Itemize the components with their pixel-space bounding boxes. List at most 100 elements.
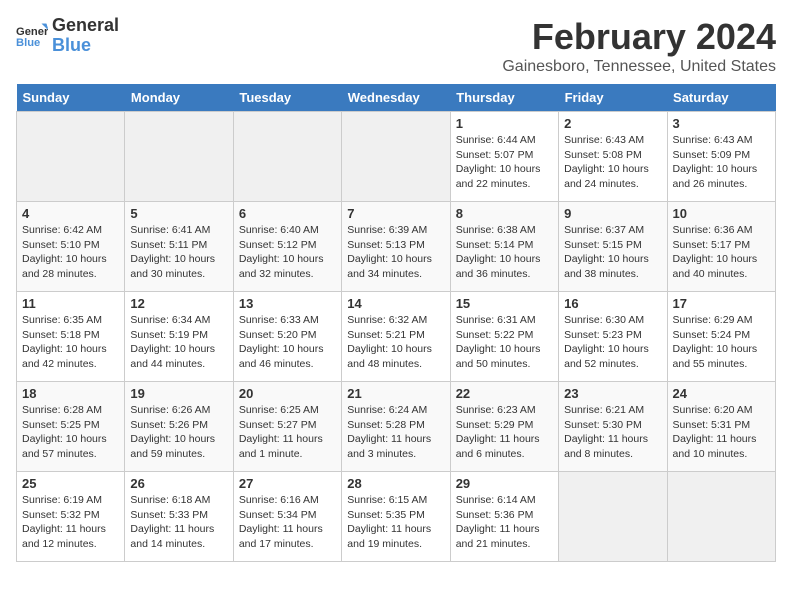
day-info: Sunrise: 6:35 AM Sunset: 5:18 PM Dayligh… (22, 313, 119, 372)
day-number: 1 (456, 116, 553, 131)
day-number: 9 (564, 206, 661, 221)
day-info: Sunrise: 6:26 AM Sunset: 5:26 PM Dayligh… (130, 403, 227, 462)
calendar-cell: 15 Sunrise: 6:31 AM Sunset: 5:22 PM Dayli… (450, 292, 558, 382)
calendar-header: Sunday Monday Tuesday Wednesday Thursday… (17, 84, 776, 112)
day-number: 16 (564, 296, 661, 311)
svg-text:Blue: Blue (16, 37, 40, 49)
day-number: 14 (347, 296, 444, 311)
day-number: 12 (130, 296, 227, 311)
calendar-cell: 12 Sunrise: 6:34 AM Sunset: 5:19 PM Dayli… (125, 292, 233, 382)
day-info: Sunrise: 6:18 AM Sunset: 5:33 PM Dayligh… (130, 493, 227, 552)
day-number: 13 (239, 296, 336, 311)
day-number: 18 (22, 386, 119, 401)
day-info: Sunrise: 6:23 AM Sunset: 5:29 PM Dayligh… (456, 403, 553, 462)
day-number: 10 (673, 206, 770, 221)
calendar-cell: 28Sunrise: 6:15 AM Sunset: 5:35 PM Dayli… (342, 472, 450, 562)
day-info: Sunrise: 6:40 AM Sunset: 5:12 PM Dayligh… (239, 223, 336, 282)
calendar-cell: 1 Sunrise: 6:44 AM Sunset: 5:07 PM Daylig… (450, 112, 558, 202)
logo-blue: Blue (52, 36, 119, 56)
calendar-cell: 26 Sunrise: 6:18 AM Sunset: 5:33 PM Dayli… (125, 472, 233, 562)
day-info: Sunrise: 6:16 AM Sunset: 5:34 PM Dayligh… (239, 493, 336, 552)
col-wednesday: Wednesday (342, 84, 450, 112)
calendar-table: Sunday Monday Tuesday Wednesday Thursday… (16, 84, 776, 562)
day-number: 3 (673, 116, 770, 131)
day-info: Sunrise: 6:21 AM Sunset: 5:30 PM Dayligh… (564, 403, 661, 462)
day-info: Sunrise: 6:25 AM Sunset: 5:27 PM Dayligh… (239, 403, 336, 462)
calendar-week-3: 11 Sunrise: 6:35 AM Sunset: 5:18 PM Dayli… (17, 292, 776, 382)
calendar-cell: 22 Sunrise: 6:23 AM Sunset: 5:29 PM Dayli… (450, 382, 558, 472)
day-info: Sunrise: 6:36 AM Sunset: 5:17 PM Dayligh… (673, 223, 770, 282)
day-number: 15 (456, 296, 553, 311)
day-number: 27 (239, 476, 336, 491)
calendar-cell: 10 Sunrise: 6:36 AM Sunset: 5:17 PM Dayli… (667, 202, 775, 292)
calendar-cell: 11 Sunrise: 6:35 AM Sunset: 5:18 PM Dayli… (17, 292, 125, 382)
calendar-cell: 29 Sunrise: 6:14 AM Sunset: 5:36 PM Dayli… (450, 472, 558, 562)
calendar-cell: 23 Sunrise: 6:21 AM Sunset: 5:30 PM Dayli… (559, 382, 667, 472)
col-saturday: Saturday (667, 84, 775, 112)
calendar-week-1: 1 Sunrise: 6:44 AM Sunset: 5:07 PM Daylig… (17, 112, 776, 202)
day-number: 22 (456, 386, 553, 401)
logo: General Blue General Blue (16, 16, 119, 56)
day-info: Sunrise: 6:37 AM Sunset: 5:15 PM Dayligh… (564, 223, 661, 282)
day-number: 23 (564, 386, 661, 401)
day-info: Sunrise: 6:20 AM Sunset: 5:31 PM Dayligh… (673, 403, 770, 462)
calendar-cell (667, 472, 775, 562)
day-info: Sunrise: 6:38 AM Sunset: 5:14 PM Dayligh… (456, 223, 553, 282)
calendar-cell: 7Sunrise: 6:39 AM Sunset: 5:13 PM Daylig… (342, 202, 450, 292)
calendar-week-2: 4Sunrise: 6:42 AM Sunset: 5:10 PM Daylig… (17, 202, 776, 292)
day-info: Sunrise: 6:24 AM Sunset: 5:28 PM Dayligh… (347, 403, 444, 462)
day-info: Sunrise: 6:19 AM Sunset: 5:32 PM Dayligh… (22, 493, 119, 552)
day-info: Sunrise: 6:42 AM Sunset: 5:10 PM Dayligh… (22, 223, 119, 282)
calendar-week-4: 18 Sunrise: 6:28 AM Sunset: 5:25 PM Dayli… (17, 382, 776, 472)
calendar-cell: 2Sunrise: 6:43 AM Sunset: 5:08 PM Daylig… (559, 112, 667, 202)
logo-general: General (52, 16, 119, 36)
day-info: Sunrise: 6:43 AM Sunset: 5:08 PM Dayligh… (564, 133, 661, 192)
calendar-cell: 3Sunrise: 6:43 AM Sunset: 5:09 PM Daylig… (667, 112, 775, 202)
col-friday: Friday (559, 84, 667, 112)
title-area: February 2024 Gainesboro, Tennessee, Uni… (502, 16, 776, 76)
calendar-cell: 17Sunrise: 6:29 AM Sunset: 5:24 PM Dayli… (667, 292, 775, 382)
day-number: 5 (130, 206, 227, 221)
day-number: 21 (347, 386, 444, 401)
calendar-cell: 4Sunrise: 6:42 AM Sunset: 5:10 PM Daylig… (17, 202, 125, 292)
day-number: 24 (673, 386, 770, 401)
day-info: Sunrise: 6:15 AM Sunset: 5:35 PM Dayligh… (347, 493, 444, 552)
day-number: 8 (456, 206, 553, 221)
day-info: Sunrise: 6:34 AM Sunset: 5:19 PM Dayligh… (130, 313, 227, 372)
day-number: 19 (130, 386, 227, 401)
calendar-cell (342, 112, 450, 202)
calendar-cell: 24 Sunrise: 6:20 AM Sunset: 5:31 PM Dayli… (667, 382, 775, 472)
svg-text:General: General (16, 26, 48, 38)
calendar-cell: 19 Sunrise: 6:26 AM Sunset: 5:26 PM Dayli… (125, 382, 233, 472)
calendar-week-5: 25 Sunrise: 6:19 AM Sunset: 5:32 PM Dayli… (17, 472, 776, 562)
day-number: 26 (130, 476, 227, 491)
subtitle: Gainesboro, Tennessee, United States (502, 58, 776, 76)
day-number: 29 (456, 476, 553, 491)
day-info: Sunrise: 6:32 AM Sunset: 5:21 PM Dayligh… (347, 313, 444, 372)
calendar-cell: 27 Sunrise: 6:16 AM Sunset: 5:34 PM Dayli… (233, 472, 341, 562)
calendar-cell: 5 Sunrise: 6:41 AM Sunset: 5:11 PM Daylig… (125, 202, 233, 292)
calendar-cell: 13Sunrise: 6:33 AM Sunset: 5:20 PM Dayli… (233, 292, 341, 382)
logo-icon: General Blue (16, 22, 48, 50)
header-row: Sunday Monday Tuesday Wednesday Thursday… (17, 84, 776, 112)
day-info: Sunrise: 6:14 AM Sunset: 5:36 PM Dayligh… (456, 493, 553, 552)
day-info: Sunrise: 6:31 AM Sunset: 5:22 PM Dayligh… (456, 313, 553, 372)
col-sunday: Sunday (17, 84, 125, 112)
calendar-cell (559, 472, 667, 562)
day-info: Sunrise: 6:30 AM Sunset: 5:23 PM Dayligh… (564, 313, 661, 372)
day-number: 20 (239, 386, 336, 401)
day-number: 11 (22, 296, 119, 311)
day-info: Sunrise: 6:44 AM Sunset: 5:07 PM Dayligh… (456, 133, 553, 192)
day-number: 25 (22, 476, 119, 491)
calendar-cell (17, 112, 125, 202)
day-info: Sunrise: 6:29 AM Sunset: 5:24 PM Dayligh… (673, 313, 770, 372)
calendar-cell: 9 Sunrise: 6:37 AM Sunset: 5:15 PM Daylig… (559, 202, 667, 292)
calendar-cell: 16 Sunrise: 6:30 AM Sunset: 5:23 PM Dayli… (559, 292, 667, 382)
col-monday: Monday (125, 84, 233, 112)
calendar-cell: 25 Sunrise: 6:19 AM Sunset: 5:32 PM Dayli… (17, 472, 125, 562)
day-info: Sunrise: 6:28 AM Sunset: 5:25 PM Dayligh… (22, 403, 119, 462)
calendar-cell: 20 Sunrise: 6:25 AM Sunset: 5:27 PM Dayli… (233, 382, 341, 472)
col-tuesday: Tuesday (233, 84, 341, 112)
day-info: Sunrise: 6:39 AM Sunset: 5:13 PM Dayligh… (347, 223, 444, 282)
day-info: Sunrise: 6:41 AM Sunset: 5:11 PM Dayligh… (130, 223, 227, 282)
